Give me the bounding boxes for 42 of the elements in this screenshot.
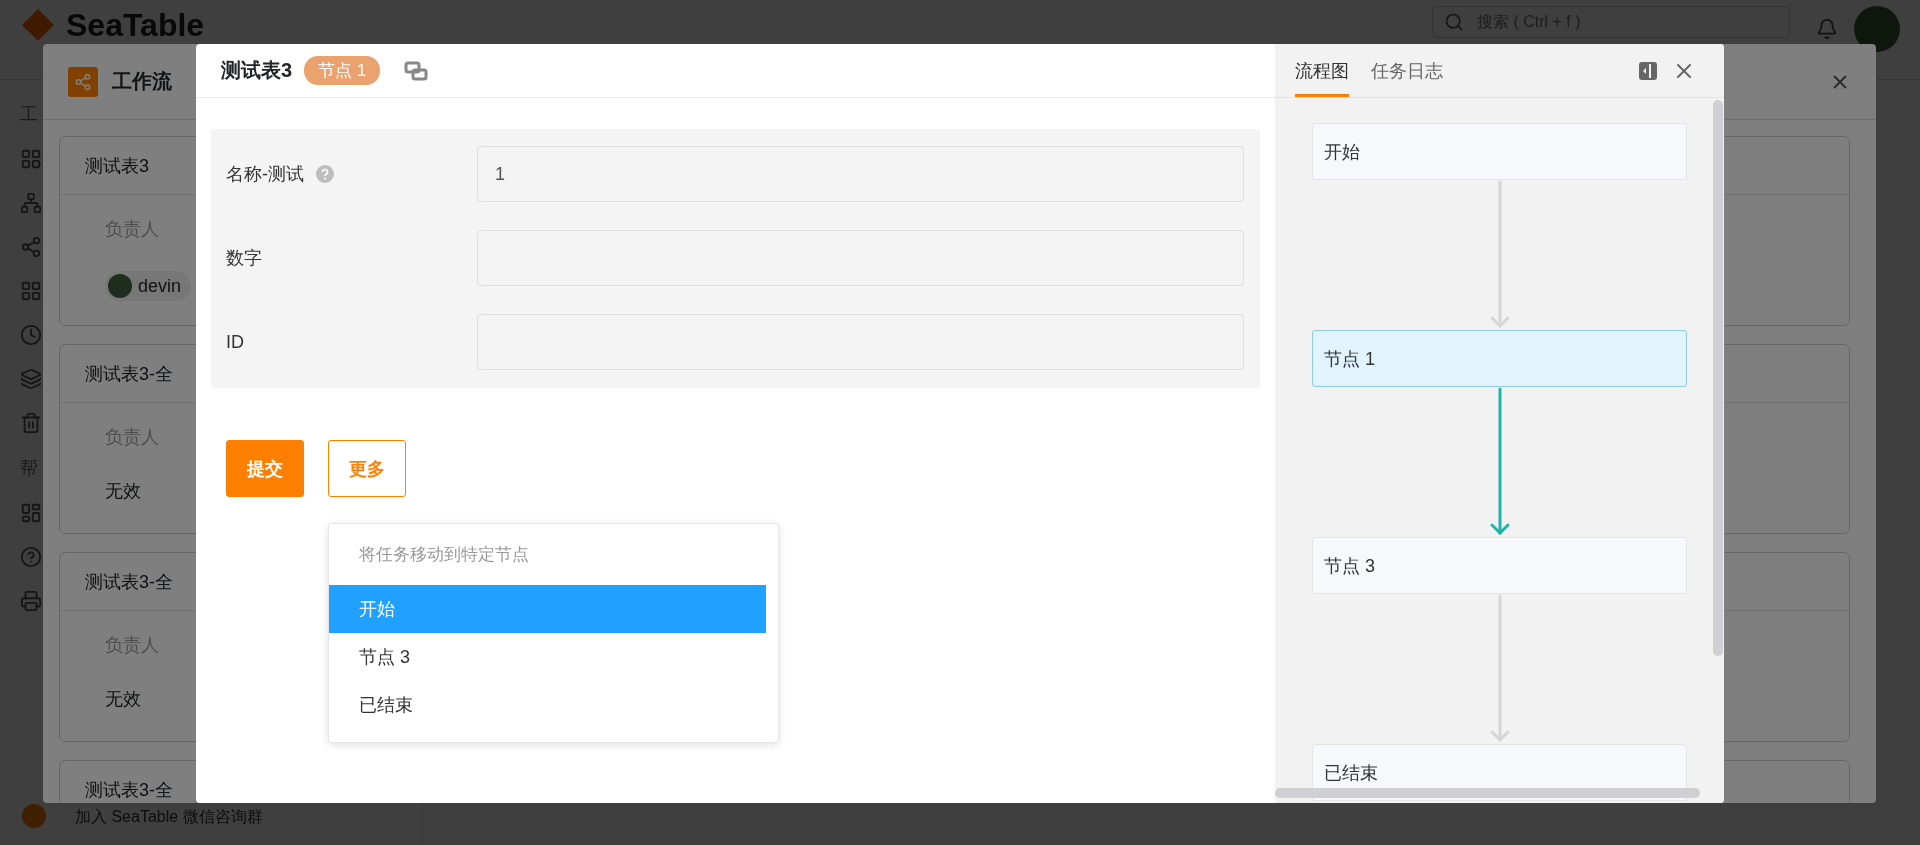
sidebar-icon[interactable] xyxy=(20,546,42,568)
sidebar-icon[interactable] xyxy=(20,324,42,346)
logo-icon xyxy=(20,7,56,43)
panel-tab[interactable]: 任务日志 xyxy=(1371,44,1443,97)
field-value: 无效 xyxy=(105,480,141,503)
help-icon[interactable] xyxy=(316,165,334,183)
bell-icon[interactable] xyxy=(1816,18,1838,40)
flow-node[interactable]: 开始 xyxy=(1312,123,1687,180)
dialog-title: 测试表3 xyxy=(221,58,293,83)
sidebar-icon[interactable] xyxy=(20,368,42,390)
sidebar-icon[interactable] xyxy=(20,236,42,258)
sidebar-icon[interactable] xyxy=(20,590,42,612)
menu-item[interactable]: 节点 3 xyxy=(329,633,766,681)
sidebar-icon[interactable] xyxy=(20,280,42,302)
scrollbar-thumb[interactable] xyxy=(1275,788,1700,798)
flow-node[interactable]: 节点 1 xyxy=(1312,330,1687,387)
sidebar-icon[interactable] xyxy=(20,502,42,524)
field-label: 名称-测试 xyxy=(226,163,304,186)
workflow-icon xyxy=(68,66,98,97)
card-title: 测试表3 xyxy=(85,154,149,178)
menu-item[interactable]: 已结束 xyxy=(329,681,766,729)
node-badge: 节点 1 xyxy=(304,56,381,85)
panel-tab[interactable]: 流程图 xyxy=(1295,44,1349,97)
sidebar-icon[interactable] xyxy=(20,412,42,434)
flow-node[interactable]: 节点 3 xyxy=(1312,537,1687,594)
user-chip: devin xyxy=(105,271,192,301)
search-icon xyxy=(1444,12,1464,32)
user-avatar[interactable] xyxy=(1854,6,1900,52)
field-value: 无效 xyxy=(105,688,141,711)
field-label: ID xyxy=(226,331,244,353)
card-title: 测试表3-全 xyxy=(85,362,173,386)
menu-header: 将任务移动到特定节点 xyxy=(358,544,530,566)
sidebar-icon[interactable] xyxy=(20,148,42,170)
card-title: 测试表3-全 xyxy=(85,570,173,594)
sidebar-icon[interactable] xyxy=(20,192,42,214)
panel-toggle-icon[interactable] xyxy=(1638,60,1658,81)
scrollbar-thumb[interactable] xyxy=(1713,100,1723,656)
input-field[interactable]: 1 xyxy=(477,146,1244,202)
field-label: 数字 xyxy=(226,247,262,270)
dialog-title: 工作流 xyxy=(112,69,172,94)
card-title: 测试表3-全 xyxy=(85,778,173,802)
link-icon[interactable] xyxy=(404,60,429,81)
